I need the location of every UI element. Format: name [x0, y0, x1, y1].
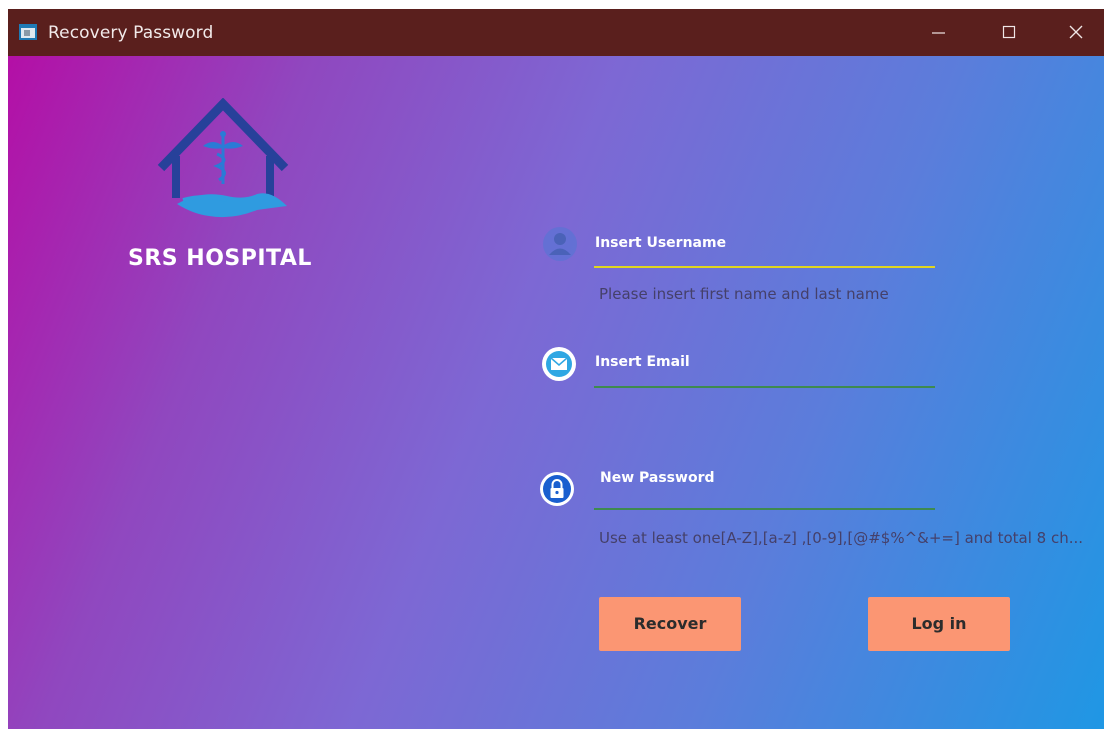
username-input[interactable]: [594, 266, 935, 268]
hospital-logo-icon: [157, 98, 289, 218]
username-label: Insert Username: [595, 235, 727, 251]
maximize-button[interactable]: [986, 9, 1032, 56]
login-button[interactable]: Log in: [868, 597, 1010, 651]
password-hint: Use at least one[A-Z],[a-z] ,[0-9],[@#$%…: [599, 529, 1084, 547]
email-input[interactable]: [594, 386, 935, 388]
envelope-icon: [542, 347, 576, 381]
email-label: Insert Email: [595, 354, 690, 370]
password-input[interactable]: [594, 508, 935, 510]
minimize-icon: [932, 32, 945, 34]
title-bar[interactable]: Recovery Password: [8, 9, 1104, 56]
username-hint: Please insert first name and last name: [599, 285, 889, 303]
maximize-icon: [1002, 25, 1016, 39]
password-label: New Password: [600, 470, 715, 486]
user-icon: [543, 227, 577, 261]
window-title: Recovery Password: [48, 23, 214, 43]
minimize-button[interactable]: [915, 9, 961, 56]
brand-name: SRS HOSPITAL: [128, 246, 312, 271]
close-icon: [1069, 25, 1083, 39]
recover-button[interactable]: Recover: [599, 597, 741, 651]
form-panel: SRS HOSPITAL Insert Username Please inse…: [8, 56, 1104, 729]
recovery-window: Recovery Password SRS HOSPITAL Insert Us…: [8, 9, 1104, 729]
close-button[interactable]: [1053, 9, 1099, 56]
lock-icon: [540, 472, 574, 506]
app-icon: [19, 24, 37, 40]
